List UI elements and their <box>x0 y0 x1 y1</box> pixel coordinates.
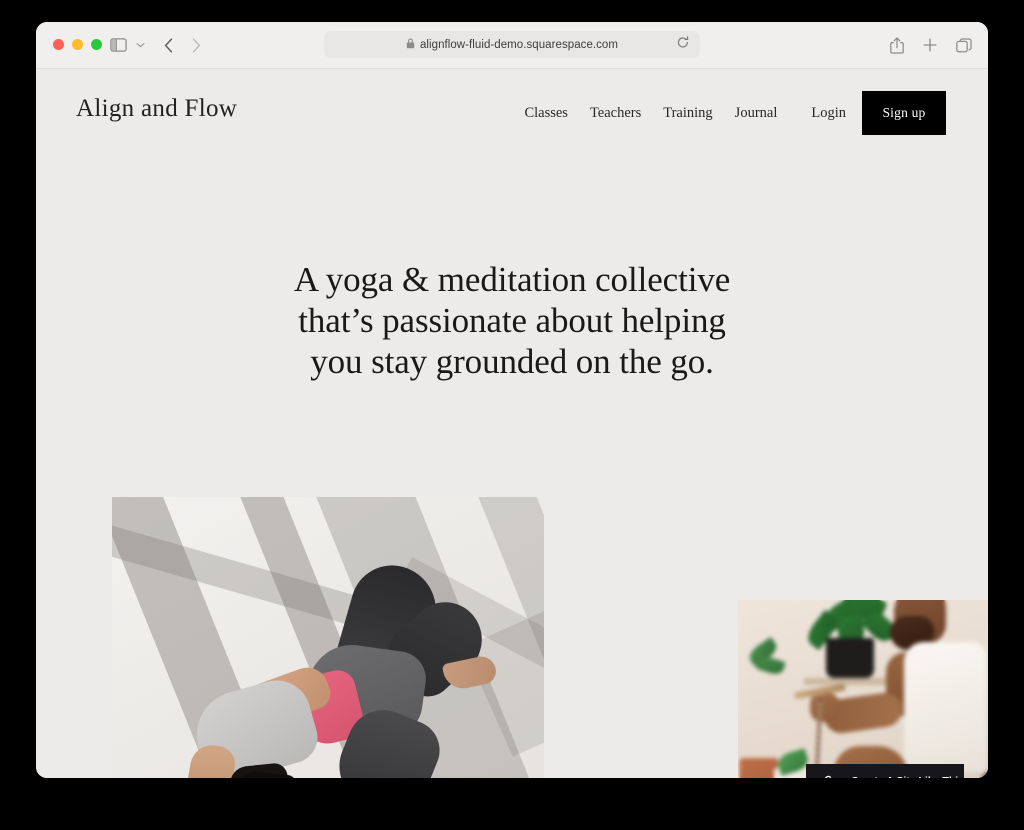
back-button[interactable] <box>164 37 173 53</box>
close-button[interactable] <box>53 39 64 50</box>
tabs-overview-icon[interactable] <box>956 37 972 53</box>
browser-window: alignflow-fluid-demo.squarespace.com Ali… <box>36 22 988 778</box>
toolbar-left-group <box>110 22 201 68</box>
nav-item-classes[interactable]: Classes <box>513 91 579 135</box>
url-text: alignflow-fluid-demo.squarespace.com <box>419 38 619 51</box>
squarespace-promo-badge[interactable]: Create A Site Like This Free trial. Inst… <box>806 764 964 778</box>
hero-line-1: A yoga & meditation collective <box>293 260 731 299</box>
squarespace-logo-icon <box>818 773 840 778</box>
hero-heading: A yoga & meditation collective that’s pa… <box>36 259 988 382</box>
maximize-button[interactable] <box>91 39 102 50</box>
browser-toolbar: alignflow-fluid-demo.squarespace.com <box>36 22 988 69</box>
sidebar-icon[interactable] <box>110 38 127 52</box>
window-controls <box>53 39 102 50</box>
site-logo[interactable]: Align and Flow <box>76 95 237 123</box>
chevron-down-icon[interactable] <box>136 42 145 48</box>
hero-section: A yoga & meditation collective that’s pa… <box>36 259 988 382</box>
photo-depth-blur <box>738 600 988 778</box>
nav-item-login[interactable]: Login <box>800 91 862 135</box>
hero-line-2: that’s passionate about helping <box>298 301 726 340</box>
url-display: alignflow-fluid-demo.squarespace.com <box>406 36 618 54</box>
page-content: Align and Flow Classes Teachers Training… <box>36 69 988 778</box>
nav-item-training[interactable]: Training <box>652 91 723 135</box>
address-bar[interactable]: alignflow-fluid-demo.squarespace.com <box>324 31 700 58</box>
hero-photo-yoga-pose <box>112 497 544 778</box>
toolbar-right-group <box>890 22 972 68</box>
nav-item-journal[interactable]: Journal <box>724 91 789 135</box>
share-icon[interactable] <box>890 36 904 54</box>
badge-title: Create A Site Like This <box>851 775 964 779</box>
badge-text: Create A Site Like This Free trial. Inst… <box>851 775 964 779</box>
minimize-button[interactable] <box>72 39 83 50</box>
forward-button[interactable] <box>192 37 201 53</box>
lock-icon <box>406 36 415 54</box>
hero-photo-meditation <box>738 600 988 778</box>
reload-icon[interactable] <box>677 35 689 54</box>
site-header: Align and Flow Classes Teachers Training… <box>36 69 988 161</box>
hero-line-3: you stay grounded on the go. <box>310 342 714 381</box>
nav-item-teachers[interactable]: Teachers <box>579 91 652 135</box>
signup-button[interactable]: Sign up <box>862 91 946 135</box>
plus-icon[interactable] <box>923 38 937 52</box>
main-navigation: Classes Teachers Training Journal Login … <box>513 91 946 135</box>
